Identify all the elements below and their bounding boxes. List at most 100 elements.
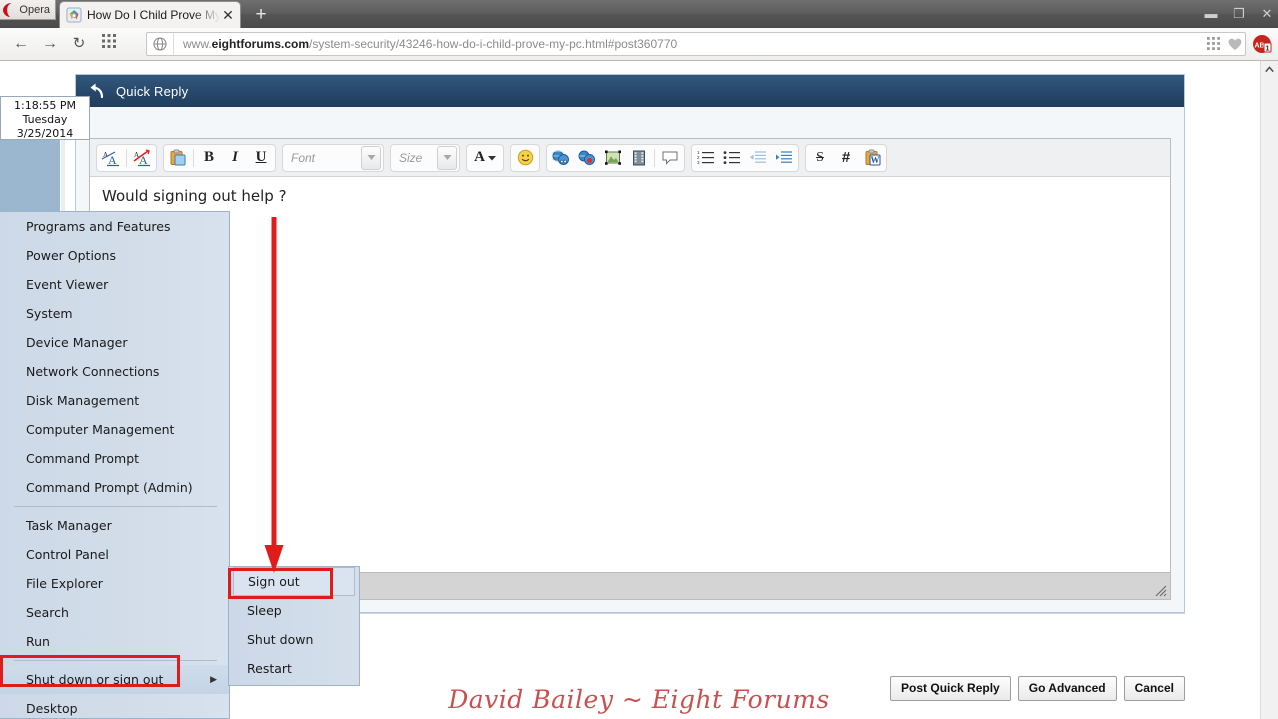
- menu-item-label: Search: [26, 605, 69, 620]
- menu-item-control-panel[interactable]: Control Panel: [0, 540, 229, 569]
- italic-button[interactable]: I: [222, 146, 248, 170]
- svg-text:AB: AB: [1254, 43, 1264, 50]
- font-select-value: Font: [291, 150, 316, 165]
- menu-item-command-prompt[interactable]: Command Prompt: [0, 444, 229, 473]
- speed-dial-grid-icon[interactable]: [98, 33, 120, 55]
- text-color-button[interactable]: A: [468, 146, 502, 170]
- browser-tab[interactable]: How Do I Child Prove My PC ✕: [60, 2, 240, 28]
- remove-formatting-button[interactable]: A A: [98, 146, 124, 170]
- shut-down-submenu: Sign out Sleep Shut down Restart: [228, 566, 360, 686]
- reply-text: Would signing out help ?: [102, 187, 287, 205]
- paste-button[interactable]: [165, 146, 191, 170]
- editor-toolbar: A A A A B I U Font Size A 1 2 3 S # W: [90, 139, 1170, 177]
- outdent-button[interactable]: [745, 146, 771, 170]
- desktop-clock-widget: 1:18:55 PM Tuesday 3/25/2014: [0, 96, 90, 140]
- browser-titlebar: Opera How Do I Child Prove My PC ✕ + ▬ ❐: [0, 0, 1278, 28]
- quick-reply-panel: Quick Reply A A A A B I U Font Size A 1 …: [75, 74, 1185, 613]
- submenu-item-restart[interactable]: Restart: [229, 654, 359, 683]
- smilie-button[interactable]: [512, 146, 538, 170]
- undo-formatting-button[interactable]: A A: [129, 146, 155, 170]
- menu-item-label: Command Prompt (Admin): [26, 480, 193, 495]
- underline-button[interactable]: U: [248, 146, 274, 170]
- strikethrough-button[interactable]: S: [807, 146, 833, 170]
- submenu-item-label: Shut down: [247, 632, 314, 647]
- bold-button[interactable]: B: [196, 146, 222, 170]
- address-bar-actions: [1207, 36, 1242, 51]
- menu-item-power-options[interactable]: Power Options: [0, 241, 229, 270]
- quick-reply-title: Quick Reply: [116, 83, 189, 99]
- quote-bubble-icon: [662, 151, 678, 165]
- smilie-group: [510, 143, 540, 172]
- clipboard-format-group: B I U: [163, 143, 276, 172]
- menu-item-label: Power Options: [26, 248, 116, 263]
- font-select[interactable]: Font: [282, 143, 384, 172]
- address-bar[interactable]: www.eightforums.com/system-security/4324…: [146, 32, 1246, 56]
- insert-video-button[interactable]: [626, 146, 652, 170]
- menu-item-device-manager[interactable]: Device Manager: [0, 328, 229, 357]
- menu-item-task-manager[interactable]: Task Manager: [0, 511, 229, 540]
- chevron-down-icon[interactable]: [437, 145, 457, 170]
- insert-link-button[interactable]: [548, 146, 574, 170]
- menu-item-event-viewer[interactable]: Event Viewer: [0, 270, 229, 299]
- reply-textarea[interactable]: Would signing out help ?: [90, 177, 1170, 573]
- menu-item-desktop[interactable]: Desktop: [0, 694, 229, 719]
- list-group: 123: [691, 143, 799, 172]
- menu-item-programs-and-features[interactable]: Programs and Features: [0, 212, 229, 241]
- menu-item-run[interactable]: Run: [0, 627, 229, 656]
- menu-item-search[interactable]: Search: [0, 598, 229, 627]
- unordered-list-button[interactable]: [719, 146, 745, 170]
- tab-title: How Do I Child Prove My PC: [87, 8, 220, 22]
- forward-arrow-icon[interactable]: →: [39, 33, 61, 55]
- win-x-power-user-menu: Programs and Features Power Options Even…: [0, 211, 230, 719]
- indent-button[interactable]: [771, 146, 797, 170]
- grid-icon[interactable]: [1207, 36, 1221, 51]
- video-icon: [633, 150, 645, 165]
- menu-item-disk-management[interactable]: Disk Management: [0, 386, 229, 415]
- submenu-item-sign-out[interactable]: Sign out: [233, 567, 355, 596]
- paste-from-word-button[interactable]: W: [859, 146, 885, 170]
- submenu-item-label: Restart: [247, 661, 292, 676]
- tab-close-icon[interactable]: ✕: [220, 7, 236, 23]
- submenu-item-label: Sleep: [247, 603, 282, 618]
- maximize-icon[interactable]: ❐: [1232, 7, 1246, 21]
- insert-image-button[interactable]: [600, 146, 626, 170]
- chevron-down-icon[interactable]: [361, 145, 381, 170]
- adblock-plus-icon[interactable]: AB 1: [1252, 34, 1272, 54]
- menu-item-label: Programs and Features: [26, 219, 171, 234]
- menu-item-shut-down-or-sign-out[interactable]: Shut down or sign out ▶: [0, 665, 229, 694]
- heart-icon[interactable]: [1227, 36, 1242, 51]
- resize-grip-icon[interactable]: [1153, 583, 1167, 597]
- clock-time: 1:18:55 PM: [13, 99, 77, 112]
- ordered-list-button[interactable]: 123: [693, 146, 719, 170]
- toolbar-separator: [654, 148, 655, 167]
- submenu-item-shut-down[interactable]: Shut down: [229, 625, 359, 654]
- desktop-background-strip: [61, 140, 65, 215]
- svg-text:3: 3: [697, 160, 700, 165]
- menu-item-label: Desktop: [26, 701, 78, 716]
- opera-menu-button[interactable]: Opera: [0, 0, 56, 20]
- hash-button[interactable]: #: [833, 146, 859, 170]
- submenu-item-sleep[interactable]: Sleep: [229, 596, 359, 625]
- menu-separator-1: [14, 506, 217, 507]
- menu-item-system[interactable]: System: [0, 299, 229, 328]
- size-select[interactable]: Size: [390, 143, 460, 172]
- browser-navigation-bar: ← → ↻ www.eightforums.com/system-securit: [0, 28, 1278, 61]
- scroll-up-button[interactable]: [1261, 61, 1277, 78]
- back-arrow-icon[interactable]: ←: [10, 33, 32, 55]
- page-scrollbar[interactable]: [1260, 61, 1278, 719]
- extra-group: S # W: [805, 143, 887, 172]
- insert-quote-button[interactable]: [657, 146, 683, 170]
- remove-link-button[interactable]: [574, 146, 600, 170]
- menu-item-command-prompt-admin[interactable]: Command Prompt (Admin): [0, 473, 229, 502]
- reload-icon[interactable]: ↻: [68, 33, 90, 55]
- menu-item-network-connections[interactable]: Network Connections: [0, 357, 229, 386]
- desktop-background-left: [0, 140, 60, 215]
- minimize-icon[interactable]: ▬: [1204, 7, 1218, 21]
- menu-item-file-explorer[interactable]: File Explorer: [0, 569, 229, 598]
- new-tab-button[interactable]: +: [248, 4, 274, 26]
- text-color-label: A: [474, 149, 485, 165]
- address-bar-url: www.eightforums.com/system-security/4324…: [183, 37, 678, 51]
- text-color-group: A: [466, 143, 504, 172]
- close-icon[interactable]: ✕: [1260, 7, 1274, 21]
- menu-item-computer-management[interactable]: Computer Management: [0, 415, 229, 444]
